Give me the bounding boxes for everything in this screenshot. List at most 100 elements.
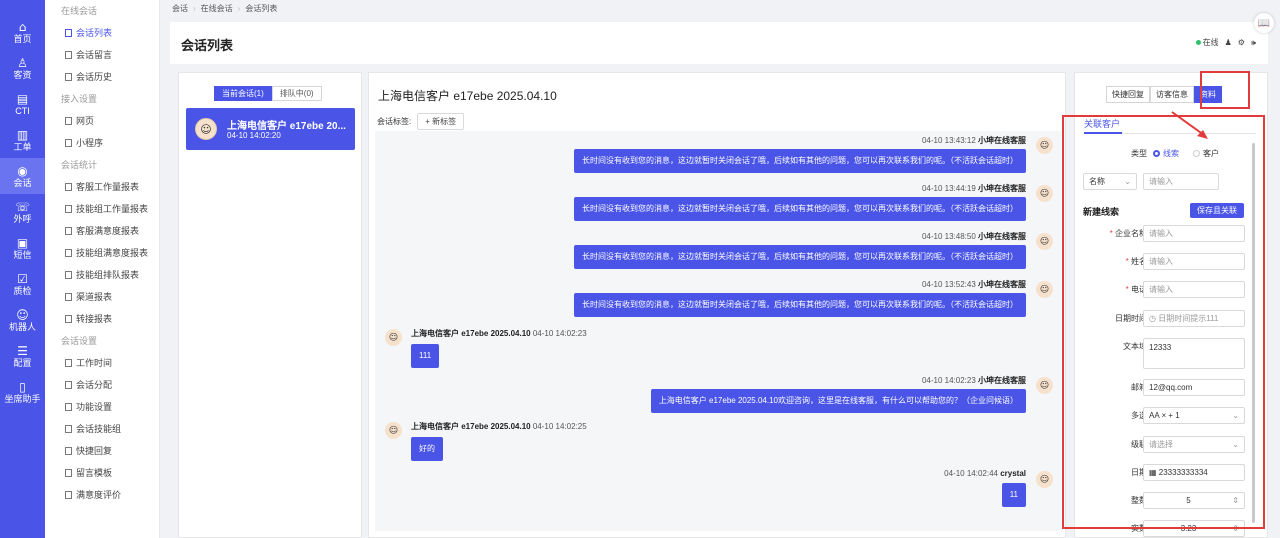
- rail-item-label: 工单: [13, 141, 32, 152]
- menu-item[interactable]: 满意度评价: [45, 484, 159, 506]
- menu-item[interactable]: 工作时间: [45, 352, 159, 374]
- breadcrumb-separator-icon: ›: [237, 4, 241, 13]
- message-bubble: 长时间没有收到您的消息，这边就暂时关闭会话了哦，后续如有其他的问题，您可以再次联…: [574, 293, 1026, 317]
- menu-item[interactable]: 会话留言: [45, 44, 159, 66]
- page-title: 会话列表: [181, 38, 234, 53]
- avatar: ☺: [1036, 471, 1053, 488]
- rail-item-cti[interactable]: ▤ CTI: [0, 86, 45, 122]
- rail-item-ticket[interactable]: ▥ 工单: [0, 122, 45, 158]
- online-status[interactable]: 在线: [1195, 37, 1219, 48]
- menu-item[interactable]: 功能设置: [45, 396, 159, 418]
- volume-icon[interactable]: 🕪: [1251, 38, 1256, 48]
- menu-item[interactable]: 会话历史: [45, 66, 159, 88]
- menu-item-label: 小程序: [76, 138, 104, 148]
- message-sender: 小坤在线客服: [978, 136, 1026, 145]
- tab-queue[interactable]: 排队中(0): [271, 86, 322, 101]
- home-icon: ⌂: [18, 19, 27, 34]
- user-icon[interactable]: ♟: [1225, 38, 1232, 47]
- message-sender: crystal: [1000, 469, 1026, 478]
- document-icon: [65, 249, 72, 257]
- message-sender: 小坤在线客服: [978, 184, 1026, 193]
- rail-item-quality-check[interactable]: ☑ 质检: [0, 266, 45, 302]
- menu-item-label: 技能组满意度报表: [76, 248, 149, 258]
- avatar: ☺: [385, 329, 402, 346]
- conversation-card[interactable]: ☺ 上海电信客户 e17ebe 20... 04-10 14:02:20: [186, 108, 355, 150]
- menu-item[interactable]: 网页: [45, 110, 159, 132]
- rail-item-chat[interactable]: ◉ 会话: [0, 158, 45, 194]
- menu-item[interactable]: 会话技能组: [45, 418, 159, 440]
- menu-group-title: 接入设置: [61, 94, 98, 104]
- menu-item-label: 工作时间: [76, 358, 113, 368]
- online-dot-icon: [1195, 40, 1201, 45]
- breadcrumb-item: 会话列表: [245, 4, 278, 13]
- document-icon: [65, 271, 72, 279]
- rail-item-label: 客资: [13, 69, 32, 80]
- menu-item[interactable]: 转接报表: [45, 308, 159, 330]
- breadcrumb-item[interactable]: 在线会话: [201, 4, 233, 13]
- tab-quick-reply[interactable]: 快捷回复: [1106, 86, 1150, 103]
- document-icon: [65, 381, 72, 389]
- menu-item-label: 会话技能组: [76, 424, 122, 434]
- message-area[interactable]: 04-10 13:43:12 小坤在线客服 长时间没有收到您的消息，这边就暂时关闭…: [375, 131, 1061, 531]
- add-tag-button[interactable]: + 新标签: [417, 113, 465, 130]
- menu-item[interactable]: 会话分配: [45, 374, 159, 396]
- rail-item-home[interactable]: ⌂ 首页: [0, 14, 45, 50]
- menu-item[interactable]: 技能组工作量报表: [45, 198, 159, 220]
- message-sender: 小坤在线客服: [978, 280, 1026, 289]
- menu-item[interactable]: 会话列表: [45, 22, 159, 44]
- message-bubble: 长时间没有收到您的消息，这边就暂时关闭会话了哦，后续如有其他的问题，您可以再次联…: [574, 149, 1026, 173]
- message-time: 04-10 13:52:43: [921, 280, 976, 289]
- menu-item[interactable]: 快捷回复: [45, 440, 159, 462]
- chat-title: 上海电信客户 e17ebe 2025.04.10: [378, 89, 557, 103]
- chat-panel: 上海电信客户 e17ebe 2025.04.10 会话标签: + 新标签 04-…: [368, 72, 1066, 538]
- rail-item-sms[interactable]: ▣ 短信: [0, 230, 45, 266]
- rail-item-customers[interactable]: ♙ 客资: [0, 50, 45, 86]
- message-time: 04-10 14:02:44: [944, 469, 998, 478]
- tab-visitor-info[interactable]: 访客信息: [1150, 86, 1194, 103]
- message-meta: 04-10 13:44:19 小坤在线客服: [922, 183, 1026, 194]
- menu-item-label: 客服工作量报表: [76, 182, 140, 192]
- message-time: 04-10 14:02:23: [532, 329, 587, 338]
- menu-item[interactable]: 渠道报表: [45, 286, 159, 308]
- conversation-time: 04-10 14:02:20: [227, 131, 281, 140]
- menu-item[interactable]: 留言模板: [45, 462, 159, 484]
- conversation-list-panel: 当前会话(1) 排队中(0) ☺ 上海电信客户 e17ebe 20... 04-…: [178, 72, 362, 538]
- menu-item-label: 技能组工作量报表: [76, 204, 149, 214]
- menu-item-label: 快捷回复: [76, 446, 113, 456]
- menu-item[interactable]: 技能组排队报表: [45, 264, 159, 286]
- message-meta: 上海电信客户 e17ebe 2025.04.10 04-10 14:02:23: [411, 328, 587, 339]
- quality-check-icon: ☑: [17, 271, 28, 286]
- menu-item-label: 留言模板: [76, 468, 113, 478]
- menu-item-label: 网页: [76, 116, 95, 126]
- document-icon: [65, 183, 72, 191]
- breadcrumb-item[interactable]: 会话: [172, 4, 188, 13]
- rail-item-robot[interactable]: ☺ 机器人: [0, 302, 45, 338]
- message-meta: 上海电信客户 e17ebe 2025.04.10 04-10 14:02:25: [411, 421, 587, 432]
- rail-item-assistant[interactable]: ▯ 坐席助手: [0, 374, 45, 410]
- tab-current-conversations[interactable]: 当前会话(1): [214, 86, 272, 101]
- document-icon: [65, 447, 72, 455]
- document-icon: [65, 293, 72, 301]
- menu-item-label: 会话留言: [76, 50, 113, 60]
- avatar: ☺: [195, 118, 217, 140]
- avatar: ☺: [1036, 233, 1053, 250]
- menu-item[interactable]: 技能组满意度报表: [45, 242, 159, 264]
- avatar: ☺: [1036, 281, 1053, 298]
- message-time: 04-10 14:02:23: [921, 376, 976, 385]
- menu-item-label: 渠道报表: [76, 292, 113, 302]
- ticket-icon: ▥: [16, 127, 29, 142]
- settings-icon[interactable]: ⚙: [1238, 38, 1245, 47]
- menu-item[interactable]: 小程序: [45, 132, 159, 154]
- annotation-arrow-icon: [1171, 111, 1208, 139]
- highlight-box-profile-tab: [1200, 71, 1250, 109]
- menu-item-label: 会话分配: [76, 380, 113, 390]
- document-icon: [65, 227, 72, 235]
- rail-item-outbound-call[interactable]: ☏ 外呼: [0, 194, 45, 230]
- message-meta: 04-10 14:02:44 crystal: [944, 469, 1026, 478]
- menu-item[interactable]: 客服工作量报表: [45, 176, 159, 198]
- rail-item-label: 会话: [13, 177, 32, 188]
- message-time: 04-10 13:48:50: [921, 232, 976, 241]
- menu-item[interactable]: 客服满意度报表: [45, 220, 159, 242]
- rail-item-config[interactable]: ☰ 配置: [0, 338, 45, 374]
- help-book-icon[interactable]: 📖: [1254, 13, 1274, 33]
